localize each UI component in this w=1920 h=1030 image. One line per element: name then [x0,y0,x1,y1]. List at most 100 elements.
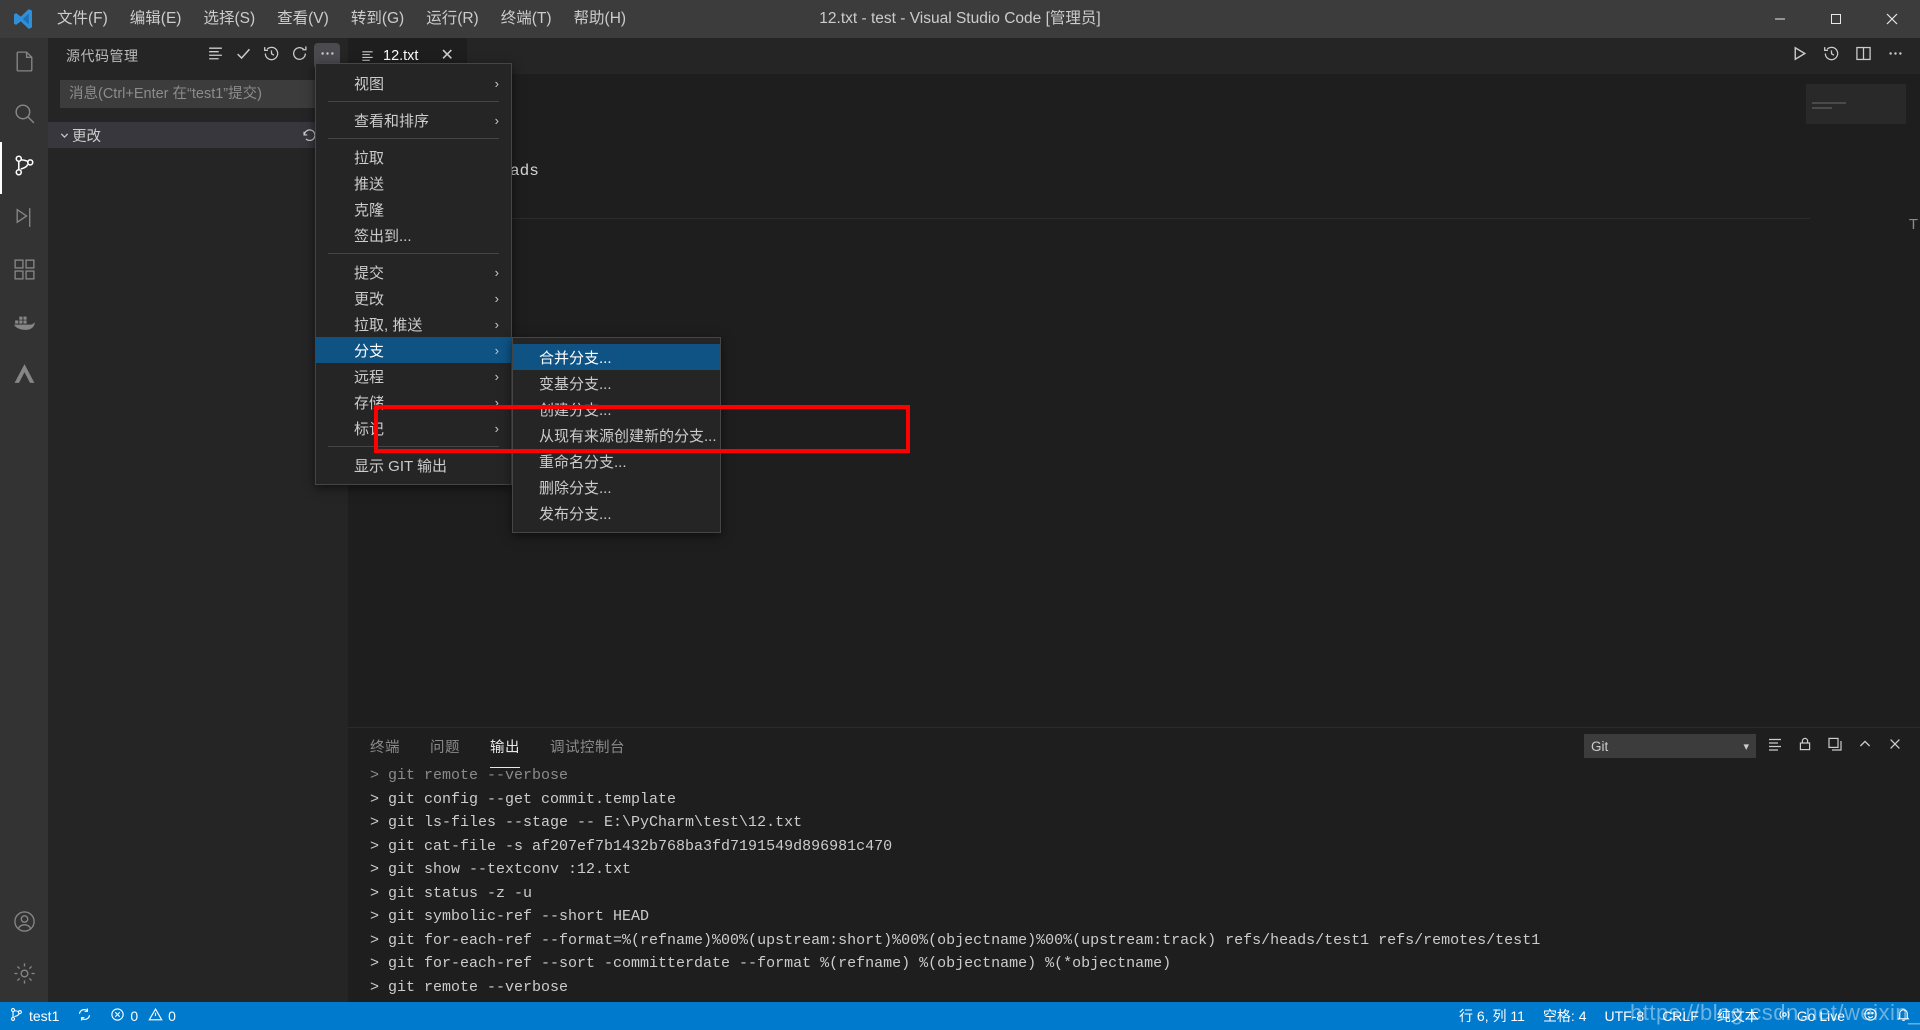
maximize-button[interactable] [1808,0,1864,38]
activity-anaconda[interactable] [0,350,48,402]
activity-run-debug[interactable] [0,194,48,246]
ctx-label: 签出到... [354,227,412,245]
submenu-item-publish-branch[interactable]: 发布分支... [513,500,720,526]
ctx-label: 合并分支... [539,349,612,367]
activity-extensions[interactable] [0,246,48,298]
ctx-item-remote[interactable]: 远程 › [316,363,511,389]
extensions-icon [12,257,37,287]
status-feedback[interactable] [1854,1002,1887,1030]
ctx-item-checkout-to[interactable]: 签出到... [316,222,511,248]
status-language-mode[interactable]: 纯文本 [1708,1002,1768,1030]
ctx-item-branch[interactable]: 分支 › [316,337,511,363]
ctx-item-push[interactable]: 推送 [316,170,511,196]
run-file-button[interactable] [1786,43,1812,69]
ctx-item-pull-push[interactable]: 拉取, 推送 › [316,311,511,337]
ctx-label: 分支 [354,342,385,360]
refresh-button[interactable] [286,43,312,69]
submenu-item-merge-branch[interactable]: 合并分支... [513,344,720,370]
ctx-item-tags[interactable]: 标记 › [316,415,511,441]
ctx-item-pull[interactable]: 拉取 [316,144,511,170]
editor-tab-actions [1786,38,1920,74]
ctx-label: 推送 [354,175,385,193]
split-editor-button[interactable] [1850,43,1876,69]
close-panel-button[interactable] [1884,735,1906,757]
output-channel-select[interactable]: Git ▾ [1584,734,1756,758]
editor-more-actions-button[interactable] [1882,43,1908,69]
anaconda-icon [12,361,37,391]
list-icon [207,45,224,67]
activity-source-control[interactable] [0,142,48,194]
menu-run[interactable]: 运行(R) [415,0,490,38]
chevron-down-icon [56,130,72,141]
commit-message-input[interactable] [60,80,336,108]
submenu-item-create-branch[interactable]: 创建分支... [513,396,720,422]
submenu-item-create-branch-from[interactable]: 从现有来源创建新的分支... [513,422,720,448]
tab-output[interactable]: 输出 [490,730,520,768]
ctx-label: 存储 [354,394,385,412]
view-as-list-button[interactable] [202,43,228,69]
minimap-line [1812,107,1832,109]
status-encoding[interactable]: UTF-8 [1596,1002,1654,1030]
menu-selection[interactable]: 选择(S) [192,0,266,38]
tab-close-icon[interactable]: ✕ [440,48,453,64]
tab-debug-console[interactable]: 调试控制台 [550,730,625,763]
timeline-button[interactable] [1818,43,1844,69]
ctx-item-changes[interactable]: 更改 › [316,285,511,311]
menu-go[interactable]: 转到(G) [340,0,415,38]
ctx-item-stash[interactable]: 存储 › [316,389,511,415]
scm-context-menu[interactable]: 视图 › 查看和排序 › 拉取 推送 克隆 签出到... 提交 › 更改 › 拉… [315,63,512,485]
menu-help[interactable]: 帮助(H) [563,0,638,38]
activity-settings[interactable] [0,950,48,1002]
clear-output-button[interactable] [1764,735,1786,757]
changes-group-header[interactable]: 更改 [48,122,348,148]
ctx-label: 从现有来源创建新的分支... [539,427,717,445]
menu-edit[interactable]: 编辑(E) [119,0,193,38]
output-log[interactable]: > git remote --verbose > git config --ge… [348,764,1920,1002]
branch-submenu[interactable]: 合并分支... 变基分支... 创建分支... 从现有来源创建新的分支... 重… [512,337,721,533]
sync-icon [77,1007,92,1025]
status-problems[interactable]: 0 0 [101,1002,185,1030]
status-cursor-position[interactable]: 行 6, 列 11 [1450,1002,1534,1030]
submenu-item-delete-branch[interactable]: 删除分支... [513,474,720,500]
lock-scroll-button[interactable] [1794,735,1816,757]
chevron-right-icon: › [494,420,499,436]
ctx-item-commit[interactable]: 提交 › [316,259,511,285]
tab-problems[interactable]: 问题 [430,730,460,763]
menu-file[interactable]: 文件(F) [46,0,119,38]
lock-icon [1797,736,1813,757]
status-notifications[interactable] [1887,1002,1920,1030]
ctx-label: 显示 GIT 输出 [354,457,448,475]
log-line: > git cat-file -s af207ef7b1432b768ba3fd… [370,837,893,855]
close-button[interactable] [1864,0,1920,38]
menu-terminal[interactable]: 终端(T) [490,0,563,38]
minimize-button[interactable] [1752,0,1808,38]
minimap-slider[interactable] [1806,84,1906,124]
minimap[interactable] [1806,84,1906,264]
status-eol[interactable]: CRLF [1653,1002,1708,1030]
broadcast-icon [1777,1007,1792,1025]
menu-view[interactable]: 查看(V) [266,0,340,38]
ctx-item-show-git-output[interactable]: 显示 GIT 输出 [316,452,511,478]
activity-search[interactable] [0,90,48,142]
history-button[interactable] [258,43,284,69]
ctx-item-view-and-sort[interactable]: 查看和排序 › [316,107,511,133]
status-indentation[interactable]: 空格: 4 [1534,1002,1596,1030]
status-branch[interactable]: test1 [0,1002,68,1030]
open-in-editor-button[interactable] [1824,735,1846,757]
ctx-item-clone[interactable]: 克隆 [316,196,511,222]
docker-icon [12,309,37,339]
ctx-item-view[interactable]: 视图 › [316,70,511,96]
maximize-panel-button[interactable] [1854,735,1876,757]
activity-accounts[interactable] [0,898,48,950]
submenu-item-rebase-branch[interactable]: 变基分支... [513,370,720,396]
commit-button[interactable] [230,43,256,69]
submenu-item-rename-branch[interactable]: 重命名分支... [513,448,720,474]
chevron-right-icon: › [494,394,499,410]
chevron-right-icon: › [494,75,499,91]
activity-explorer[interactable] [0,38,48,90]
activity-docker[interactable] [0,298,48,350]
ellipsis-icon [1887,45,1904,67]
status-sync[interactable] [68,1002,101,1030]
tab-terminal[interactable]: 终端 [370,730,400,763]
status-go-live[interactable]: Go Live [1768,1002,1854,1030]
